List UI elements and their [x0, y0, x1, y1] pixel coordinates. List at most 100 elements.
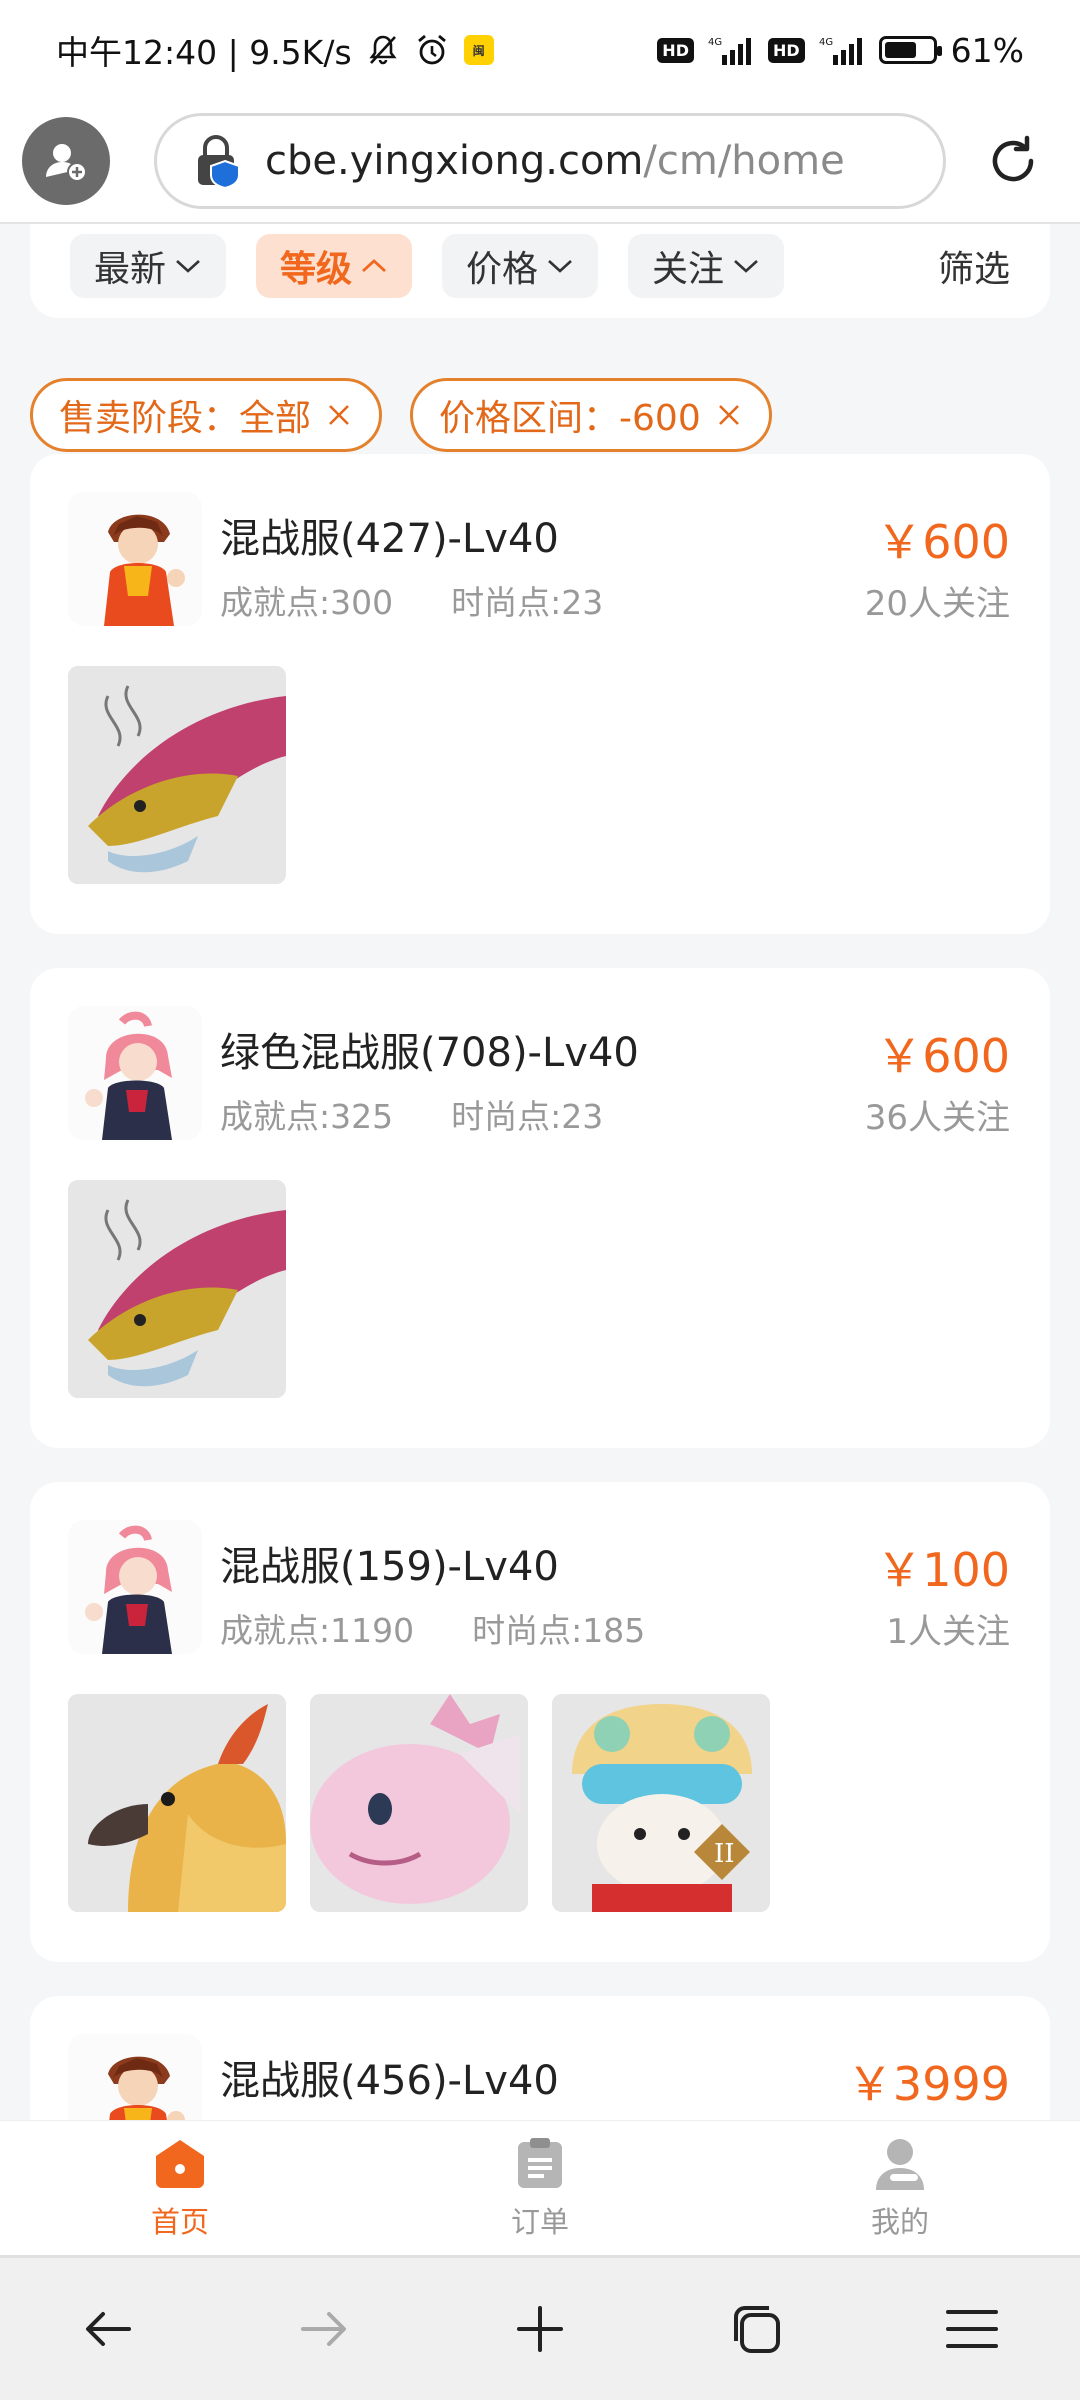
dragon-mount-thumbnail[interactable] [68, 1180, 286, 1398]
tabs-icon [734, 2306, 780, 2353]
tab-me-label: 我的 [870, 2205, 929, 2239]
reload-icon [992, 135, 1034, 182]
listing-card[interactable]: 混战服(427)-Lv40 成就点:300 时尚点:23 ￥600 20人关注 [30, 454, 1050, 934]
page-content: 最新 等级 价格 关注 筛选 售卖阶段：全部 价格区间：-600 混战服(427… [0, 224, 1080, 2120]
listing-price: ￥100 [876, 1543, 1010, 1597]
tab-orders[interactable]: 订单 [360, 2121, 720, 2255]
battery-icon [878, 36, 942, 64]
new-tab-button[interactable] [495, 2284, 585, 2374]
chevron-down-icon [732, 257, 760, 275]
add-profile-button[interactable] [22, 117, 110, 205]
svg-text:II: II [714, 1839, 735, 1869]
close-icon[interactable] [715, 401, 743, 429]
status-left: 中午12:40 | 9.5K/s 闽 [56, 26, 494, 74]
listing-followers: 36人关注 [864, 1098, 1010, 1138]
listing-title: 绿色混战服(708)-Lv40 [220, 1030, 639, 1076]
signal-icon-1: 4G [708, 35, 754, 65]
security-lock-icon [193, 133, 243, 189]
filter-button[interactable]: 筛选 [938, 240, 1010, 292]
hd-badge-1: HD [657, 37, 694, 63]
listing-thumbnails [68, 666, 286, 884]
svg-text:4G: 4G [819, 37, 833, 48]
arrow-left-icon [86, 2312, 131, 2346]
sort-level[interactable]: 等级 [256, 234, 413, 298]
listing-meta: 成就点:1190 时尚点:185 [220, 1604, 645, 1652]
sort-price[interactable]: 价格 [442, 234, 599, 298]
listing-thumbnails: II [68, 1694, 770, 1912]
app-tab-bar: 首页 订单 我的 [0, 2120, 1080, 2255]
listing-card[interactable]: 混战服(456)-Lv40 ￥3999 [30, 1996, 1050, 2120]
reload-button[interactable] [968, 116, 1058, 206]
sort-newest-label: 最新 [94, 249, 167, 290]
filter-tag-label: 价格区间：-600 [439, 398, 701, 439]
chevron-down-icon [174, 257, 202, 275]
bell-muted-icon [366, 33, 400, 67]
status-bar: 中午12:40 | 9.5K/s 闽 HD 4G HD 4G 61% [0, 0, 1080, 100]
listing-price: ￥600 [876, 515, 1010, 569]
achievement-points: 成就点:1190 [220, 1611, 415, 1650]
listing-title: 混战服(159)-Lv40 [220, 1544, 559, 1590]
male-hero-avatar [68, 492, 202, 626]
achievement-points: 成就点:300 [220, 583, 394, 622]
listing-thumbnails [68, 1180, 286, 1398]
clipboard-icon [511, 2135, 569, 2193]
pink-creature-thumbnail[interactable] [310, 1694, 528, 1912]
battery-fill [884, 42, 917, 58]
filter-tag-price-range[interactable]: 价格区间：-600 [410, 378, 772, 452]
filter-tag-label: 售卖阶段：全部 [59, 398, 312, 439]
menu-button[interactable] [927, 2284, 1017, 2374]
forward-button[interactable] [279, 2284, 369, 2374]
close-icon[interactable] [325, 401, 353, 429]
listing-card[interactable]: 混战服(159)-Lv40 成就点:1190 时尚点:185 ￥100 1人关注… [30, 1482, 1050, 1962]
active-filter-tags: 售卖阶段：全部 价格区间：-600 [30, 378, 772, 452]
back-button[interactable] [63, 2284, 153, 2374]
listing-meta: 成就点:300 时尚点:23 [220, 576, 603, 624]
chevron-down-icon [546, 257, 574, 275]
lion-costume-thumbnail[interactable]: II [552, 1694, 770, 1912]
browser-bottom-nav [0, 2255, 1080, 2400]
status-time-speed: 中午12:40 | 9.5K/s [56, 33, 352, 72]
listing-price: ￥3999 [846, 2057, 1010, 2111]
male-hero-avatar [68, 2034, 202, 2120]
network-badge-icon: 闽 [463, 35, 494, 65]
listing-meta: 成就点:325 时尚点:23 [220, 1090, 603, 1138]
listing-title: 混战服(456)-Lv40 [220, 2058, 559, 2104]
plus-icon [517, 2306, 563, 2352]
signal-icon-2: 4G [819, 35, 865, 65]
sort-level-label: 等级 [280, 249, 353, 290]
tab-home[interactable]: 首页 [0, 2121, 360, 2255]
home-icon [151, 2135, 209, 2193]
hamburger-menu-icon [946, 2310, 998, 2348]
sort-price-label: 价格 [466, 249, 539, 290]
dragon-mount-thumbnail[interactable] [68, 666, 286, 884]
sort-bar: 最新 等级 价格 关注 筛选 [30, 224, 1050, 318]
tab-orders-label: 订单 [510, 2205, 569, 2239]
fashion-points: 时尚点:23 [451, 583, 604, 622]
female-hero-avatar [68, 1006, 202, 1140]
listing-card[interactable]: 绿色混战服(708)-Lv40 成就点:325 时尚点:23 ￥600 36人关… [30, 968, 1050, 1448]
sort-follow-label: 关注 [652, 249, 725, 290]
tab-home-label: 首页 [150, 2205, 209, 2239]
browser-toolbar: cbe.yingxiong.com/cm/home [0, 100, 1080, 224]
sort-newest[interactable]: 最新 [70, 234, 227, 298]
sort-follow[interactable]: 关注 [628, 234, 785, 298]
tab-me[interactable]: 我的 [720, 2121, 1080, 2255]
user-icon [871, 2135, 929, 2193]
filter-tag-sale-stage[interactable]: 售卖阶段：全部 [30, 378, 383, 452]
hd-badge-2: HD [767, 37, 805, 63]
battery-percent: 61% [950, 30, 1024, 70]
female-hero-avatar [68, 1520, 202, 1654]
phoenix-mount-thumbnail[interactable] [68, 1694, 286, 1912]
fashion-points: 时尚点:23 [451, 1097, 604, 1136]
listing-price: ￥600 [876, 1029, 1010, 1083]
tabs-button[interactable] [711, 2284, 801, 2374]
listing-followers: 20人关注 [864, 584, 1010, 624]
achievement-points: 成就点:325 [220, 1097, 394, 1136]
url-field[interactable]: cbe.yingxiong.com/cm/home [154, 113, 946, 209]
status-right: HD 4G HD 4G 61% [657, 31, 1024, 70]
url-path: /cm/home [643, 138, 845, 184]
url-domain: cbe.yingxiong.com [265, 138, 644, 184]
listing-followers: 1人关注 [886, 1612, 1010, 1652]
alarm-icon [414, 32, 450, 68]
svg-text:4G: 4G [708, 37, 722, 48]
